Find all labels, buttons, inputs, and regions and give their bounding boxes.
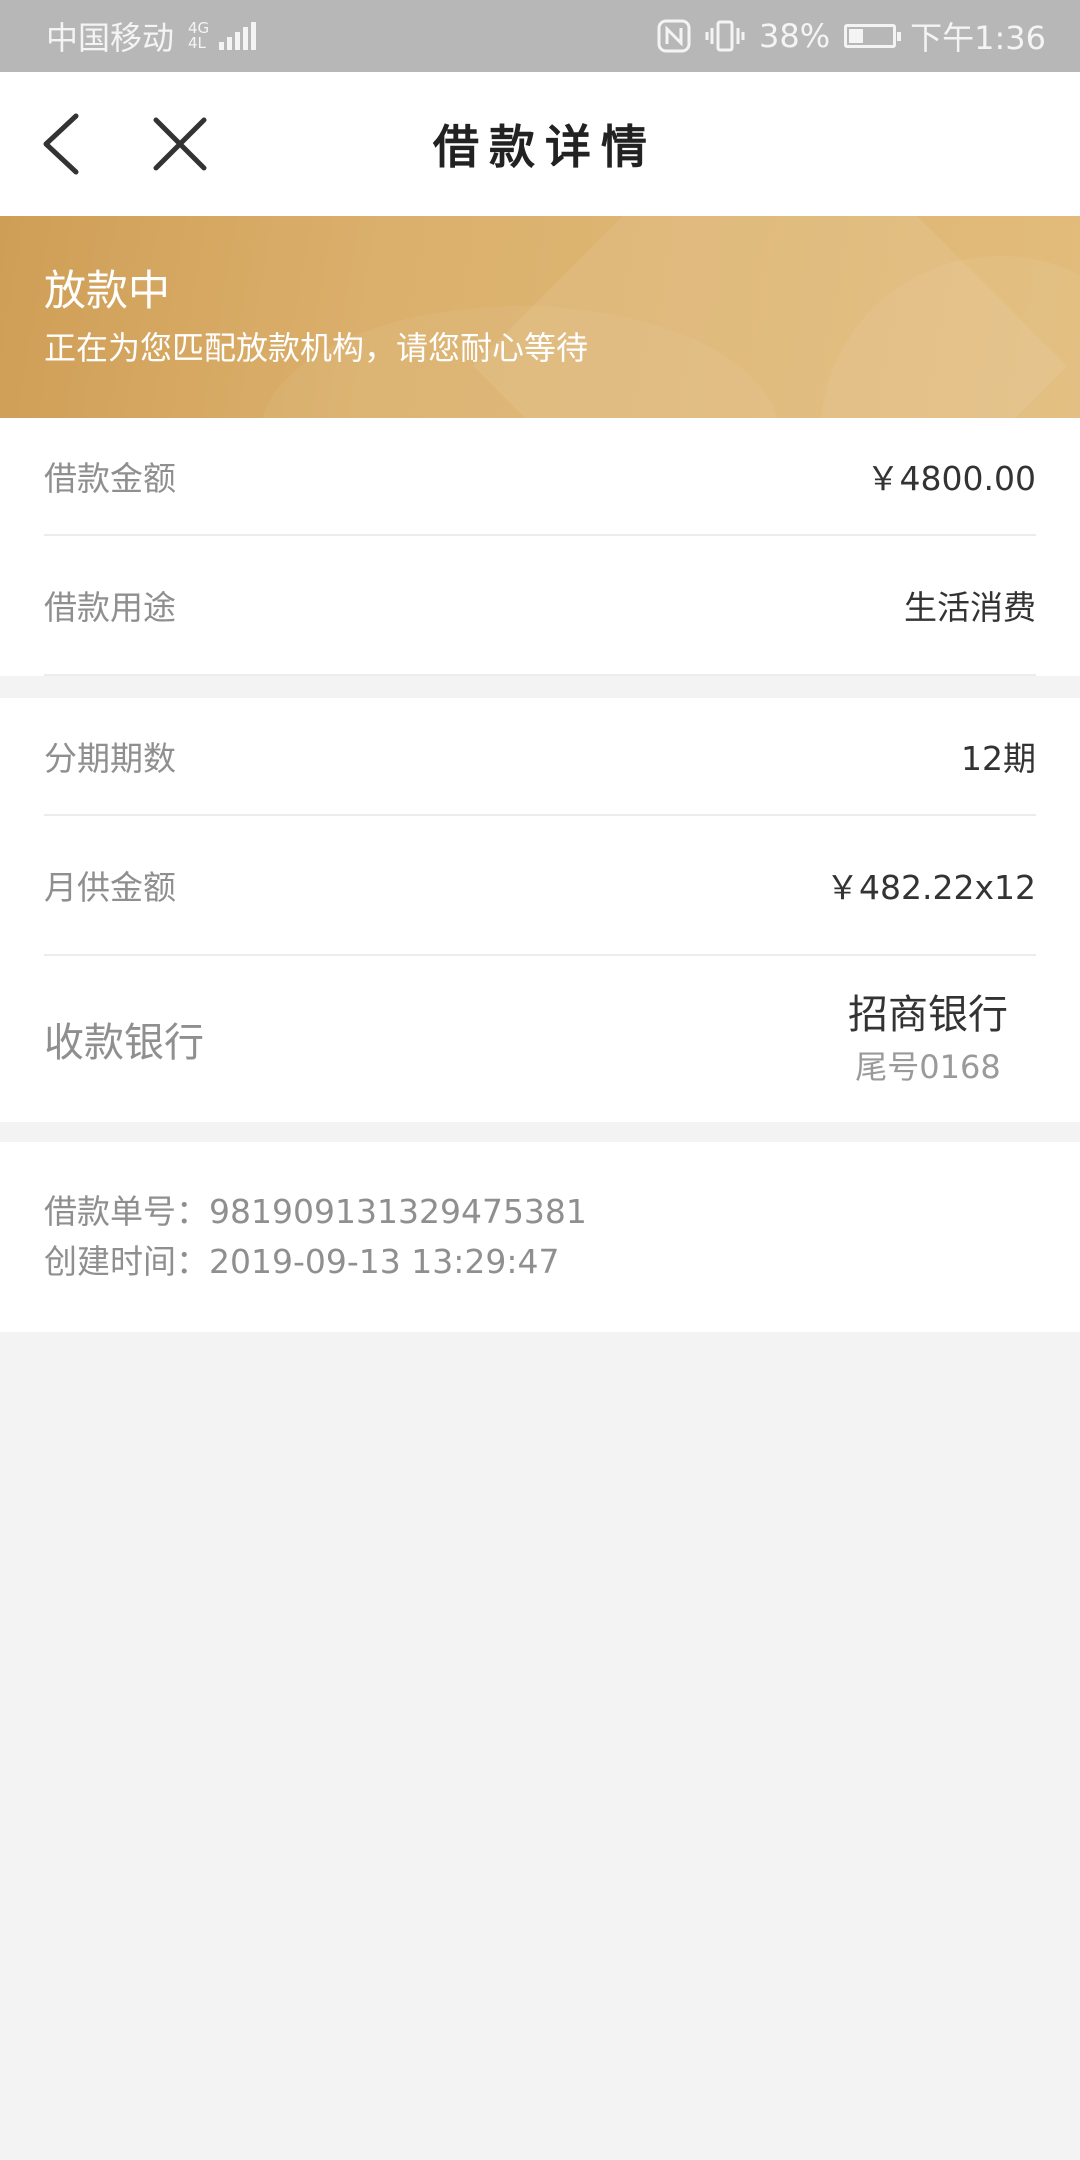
loan-purpose-row: 借款用途 生活消费 [44,536,1036,676]
status-bar: 中国移动 4G 4L 38% 下午1:36 [0,0,1080,72]
carrier-label: 中国移动 [46,19,175,57]
bank-name: 招商银行 [848,992,1008,1038]
monthly-payment-label: 月供金额 [44,868,176,907]
network-type: 4G 4L [188,21,209,51]
created-time: 创建时间：2019-09-13 13:29:47 [44,1242,560,1281]
nav-bar: 借款详情 [0,72,1080,216]
signal-icon [219,22,257,50]
monthly-payment-value: ￥482.22x12 [826,868,1036,907]
loan-order-number: 借款单号：981909131329475381 [44,1192,587,1231]
vibrate-icon [705,19,745,53]
monthly-payment-row: 月供金额 ￥482.22x12 [44,816,1036,956]
clock: 下午1:36 [910,19,1046,57]
network-type-bottom: 4L [188,34,206,52]
loan-purpose-label: 借款用途 [44,588,176,627]
receiving-bank-row: 收款银行 招商银行 尾号0168 [44,956,1036,1122]
loan-amount-label: 借款金额 [44,459,176,498]
battery-icon [844,24,902,48]
loan-info-card: 借款金额 ￥4800.00 借款用途 生活消费 [0,418,1080,676]
loan-amount-row: 借款金额 ￥4800.00 [44,418,1036,536]
status-right: 38% 下午1:36 [657,0,1046,72]
periods-label: 分期期数 [44,739,176,778]
repayment-info-card: 分期期数 12期 月供金额 ￥482.22x12 收款银行 招商银行 尾号016… [0,698,1080,1122]
battery-percent: 38% [759,17,831,55]
loan-status: 放款中 [44,266,171,315]
loan-purpose-value: 生活消费 [904,588,1036,627]
order-info-card: 借款单号：981909131329475381 创建时间：2019-09-13 … [0,1142,1080,1332]
bank-card-tail: 尾号0168 [855,1048,1001,1086]
nfc-icon [657,19,691,53]
receiving-bank-label: 收款银行 [44,1020,204,1066]
bank-account-info: 招商银行 尾号0168 [848,990,1008,1088]
periods-row: 分期期数 12期 [44,698,1036,816]
loan-amount-value: ￥4800.00 [866,459,1036,498]
loan-status-description: 正在为您匹配放款机构，请您耐心等待 [44,329,589,367]
status-left: 中国移动 4G 4L [46,0,257,72]
periods-value: 12期 [961,739,1036,778]
loan-status-banner: 放款中 正在为您匹配放款机构，请您耐心等待 [0,216,1080,418]
page-title: 借款详情 [433,120,657,174]
